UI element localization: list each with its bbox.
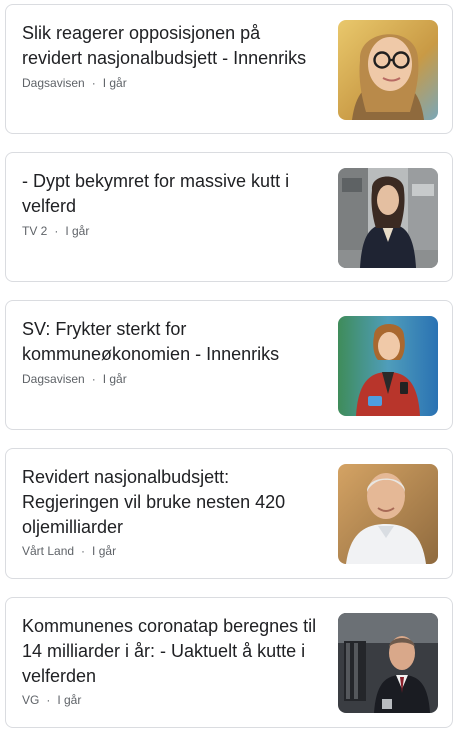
- news-card[interactable]: Kommunenes coronatap beregnes til 14 mil…: [5, 597, 453, 728]
- news-time: I går: [65, 224, 90, 238]
- politician-man-white-shirt-photo: [338, 464, 438, 564]
- news-time: I går: [102, 76, 127, 90]
- news-meta: TV 2 · I går: [22, 223, 89, 239]
- politician-woman-street-photo: [338, 168, 438, 268]
- news-headline[interactable]: SV: Frykter sterkt for kommuneøkonomien …: [22, 317, 322, 367]
- news-thumbnail[interactable]: [338, 20, 438, 120]
- news-headline[interactable]: Revidert nasjonalbudsjett: Regjeringen v…: [22, 465, 322, 540]
- news-headline[interactable]: Kommunenes coronatap beregnes til 14 mil…: [22, 614, 322, 689]
- news-source: VG: [22, 693, 40, 707]
- meta-separator: ·: [54, 224, 59, 238]
- news-meta: VG · I går: [22, 692, 81, 708]
- politician-woman-red-jacket-photo: [338, 316, 438, 416]
- news-card[interactable]: Slik reagerer opposisjonen på revidert n…: [5, 4, 453, 134]
- news-meta: Vårt Land · I går: [22, 543, 116, 559]
- news-time: I går: [57, 693, 82, 707]
- news-thumbnail[interactable]: [338, 613, 438, 713]
- news-thumbnail[interactable]: [338, 316, 438, 416]
- news-source: Dagsavisen: [22, 372, 85, 386]
- news-card[interactable]: - Dypt bekymret for massive kutt i velfe…: [5, 152, 453, 282]
- politician-woman-glasses-photo: [338, 20, 438, 120]
- news-source: Vårt Land: [22, 544, 75, 558]
- news-source: TV 2: [22, 224, 48, 238]
- meta-separator: ·: [81, 544, 86, 558]
- news-source: Dagsavisen: [22, 76, 85, 90]
- news-time: I går: [102, 372, 127, 386]
- news-meta: Dagsavisen · I går: [22, 371, 127, 387]
- news-thumbnail[interactable]: [338, 168, 438, 268]
- news-list: Slik reagerer opposisjonen på revidert n…: [0, 0, 462, 742]
- meta-separator: ·: [91, 372, 96, 386]
- politician-man-suit-photo: [338, 613, 438, 713]
- news-headline[interactable]: Slik reagerer opposisjonen på revidert n…: [22, 21, 322, 71]
- meta-separator: ·: [46, 693, 51, 707]
- news-thumbnail[interactable]: [338, 464, 438, 564]
- news-card[interactable]: Revidert nasjonalbudsjett: Regjeringen v…: [5, 448, 453, 579]
- news-card[interactable]: SV: Frykter sterkt for kommuneøkonomien …: [5, 300, 453, 430]
- news-headline[interactable]: - Dypt bekymret for massive kutt i velfe…: [22, 169, 322, 219]
- news-meta: Dagsavisen · I går: [22, 75, 127, 91]
- news-time: I går: [92, 544, 117, 558]
- meta-separator: ·: [91, 76, 96, 90]
